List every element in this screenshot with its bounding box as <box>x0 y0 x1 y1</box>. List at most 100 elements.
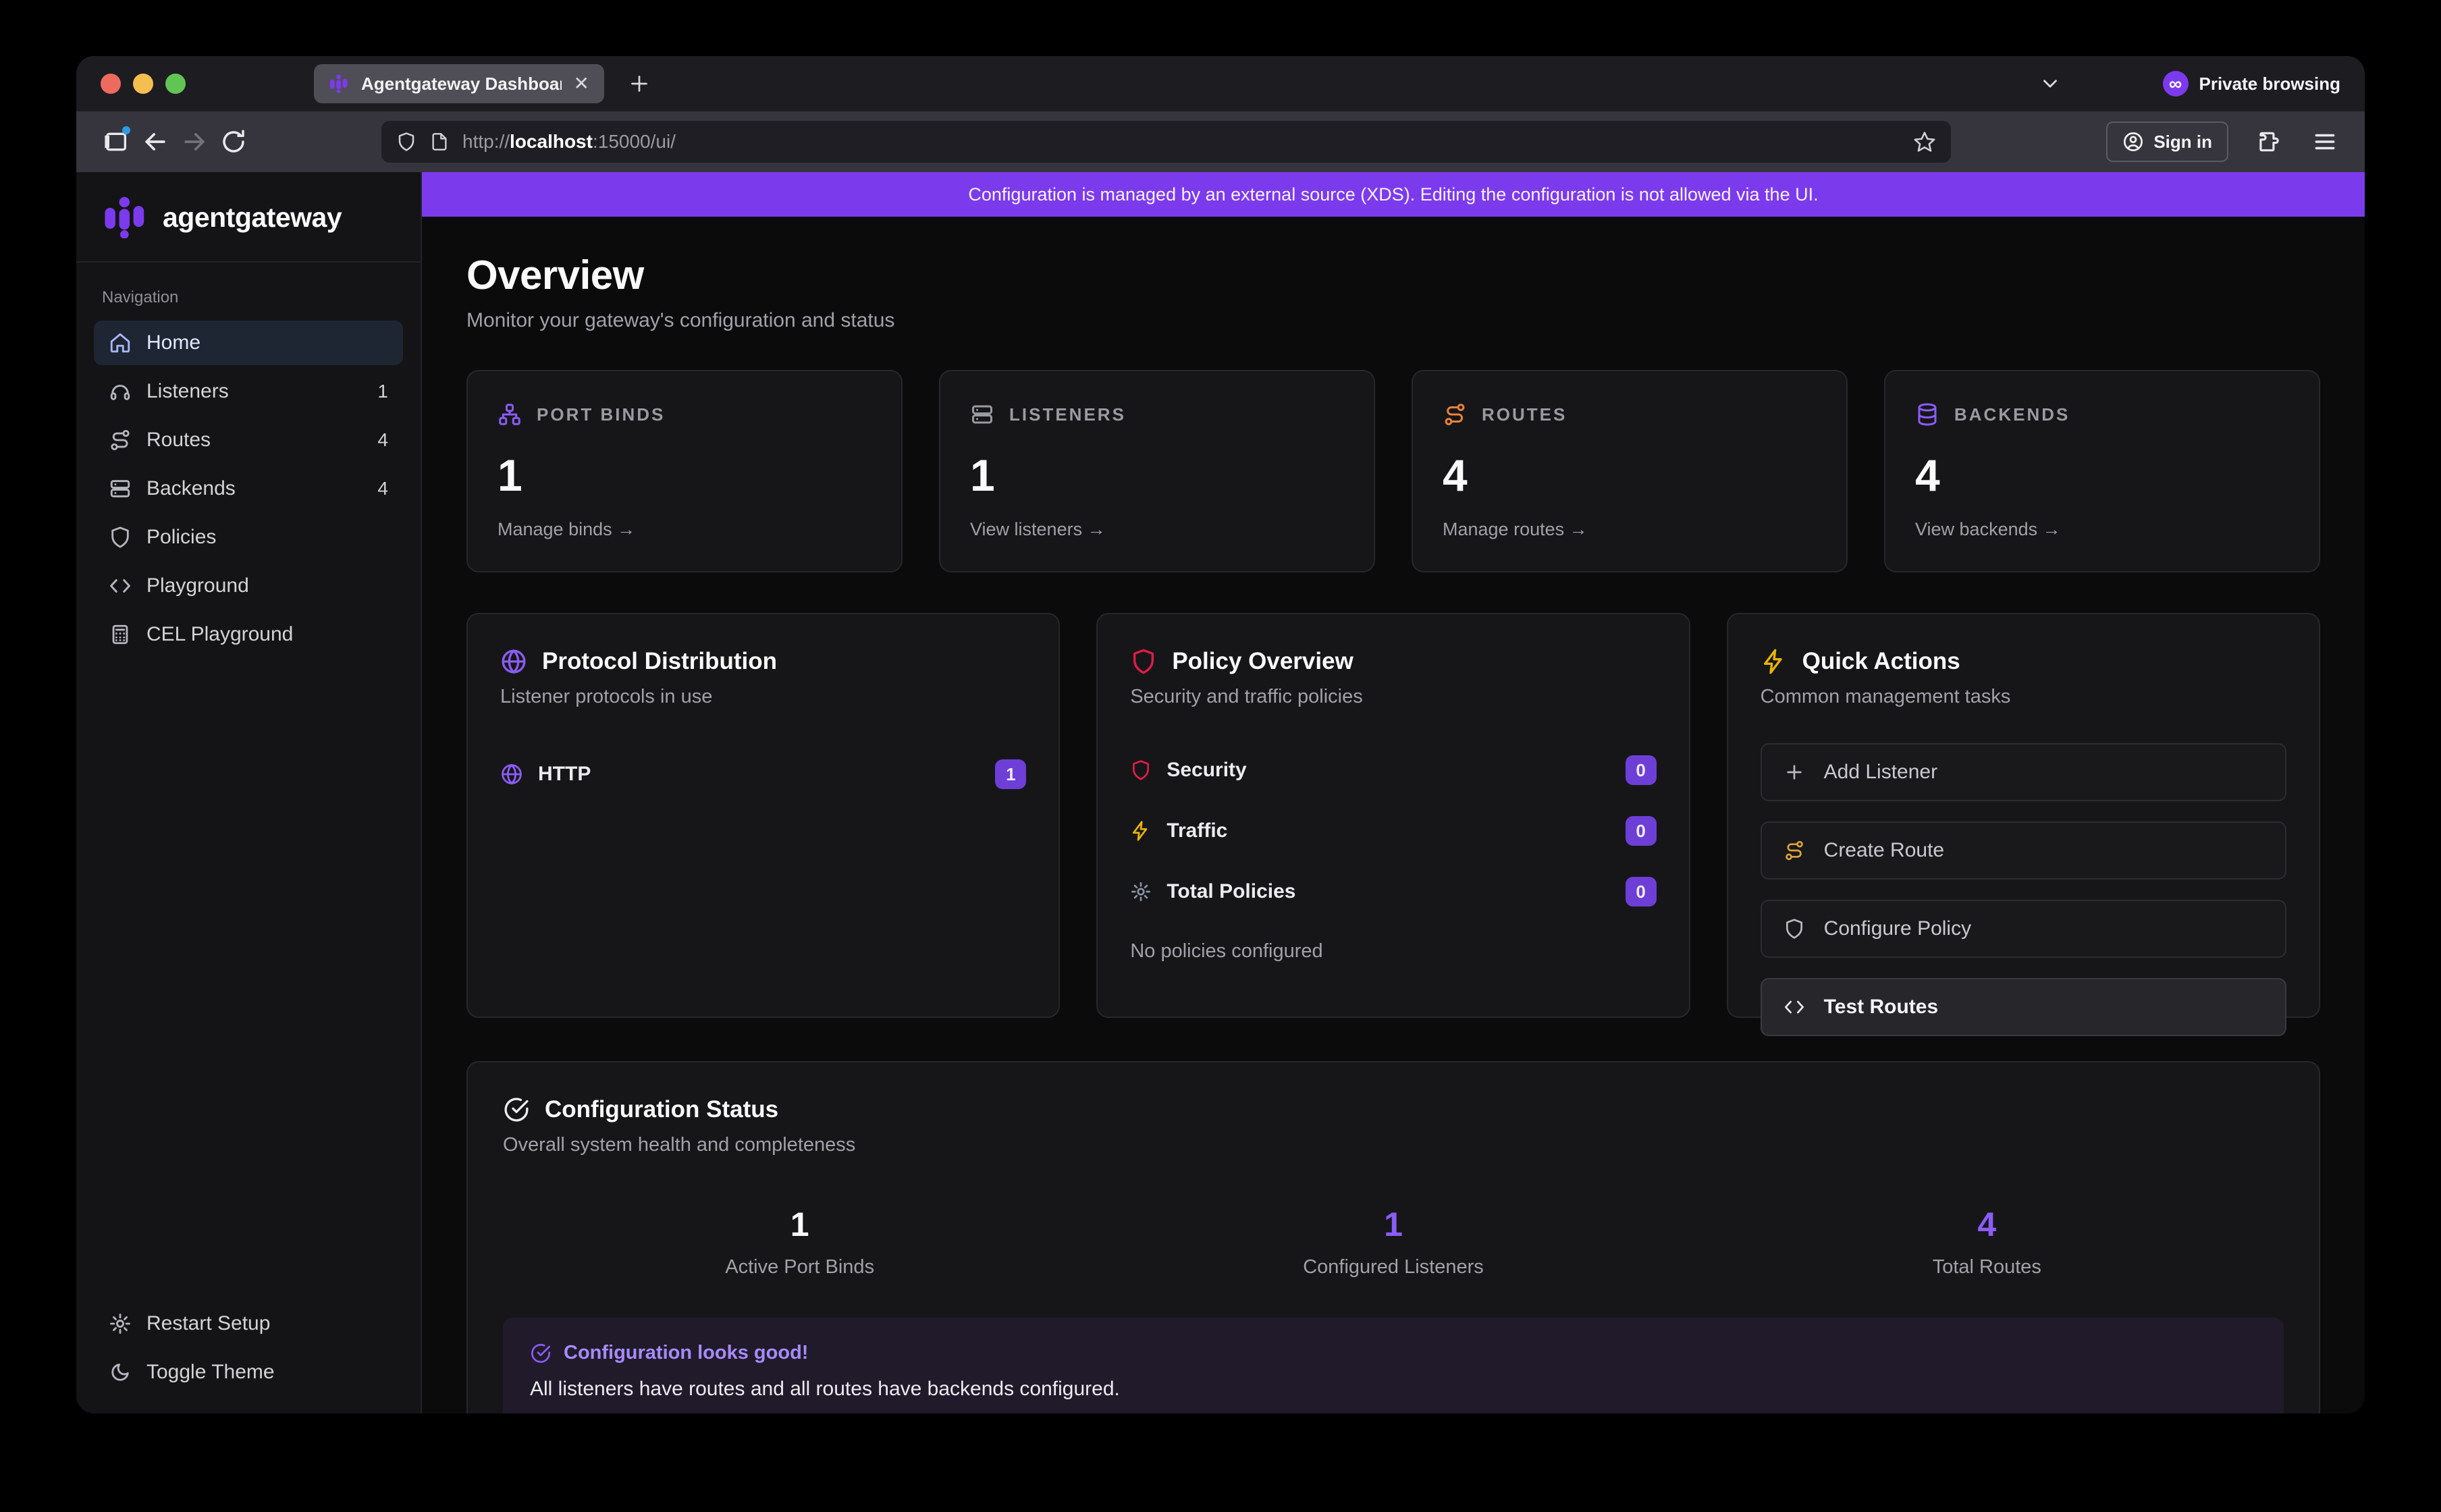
url-text[interactable]: http://localhost:15000/ui/ <box>462 131 676 153</box>
policy-label: Security <box>1166 759 1246 782</box>
gear-icon <box>109 1312 132 1335</box>
xds-warning-text: Configuration is managed by an external … <box>968 184 1818 205</box>
page-title: Overview <box>466 252 2320 298</box>
config-success-banner: Configuration looks good! All listeners … <box>503 1318 2284 1413</box>
plus-icon <box>1783 761 1805 783</box>
protocol-count-badge: 1 <box>995 759 1026 789</box>
menu-hamburger-icon[interactable] <box>2305 122 2344 161</box>
sidebar-item-policies[interactable]: Policies <box>94 515 403 560</box>
view-listeners-link[interactable]: View listeners → <box>970 519 1344 540</box>
create-route-button[interactable]: Create Route <box>1761 821 2286 880</box>
page-subtitle: Monitor your gateway's configuration and… <box>466 309 2320 332</box>
status-stats: 1 Active Port Binds 1 Configured Listene… <box>503 1205 2284 1278</box>
url-bar[interactable]: http://localhost:15000/ui/ <box>381 121 1951 163</box>
action-label: Add Listener <box>1824 761 1937 784</box>
close-window-button[interactable] <box>101 74 121 94</box>
card-subtitle: Listener protocols in use <box>500 686 1026 708</box>
configure-policy-button[interactable]: Configure Policy <box>1761 900 2286 958</box>
agentgateway-logo-icon <box>102 196 148 238</box>
xds-warning-banner: Configuration is managed by an external … <box>422 172 2365 217</box>
private-browsing-mask-icon: ∞ <box>2163 71 2189 97</box>
tab-close-icon[interactable]: ✕ <box>574 74 589 93</box>
moon-icon <box>109 1361 132 1384</box>
sidebar-notification-dot <box>122 126 130 134</box>
main-content: Overview Monitor your gateway's configur… <box>422 217 2365 1413</box>
check-circle-icon <box>503 1096 530 1123</box>
sidebar-item-listeners[interactable]: Listeners 1 <box>94 369 403 414</box>
new-tab-button[interactable] <box>627 72 651 96</box>
private-browsing-badge: ∞ Private browsing <box>2163 71 2341 97</box>
action-label: Configure Policy <box>1824 917 1971 940</box>
action-label: Test Routes <box>1824 996 1938 1019</box>
sidebar-toggle-button[interactable] <box>97 122 136 161</box>
protocol-label: HTTP <box>538 763 591 786</box>
sidebar-item-backends[interactable]: Backends 4 <box>94 466 403 511</box>
forward-button[interactable] <box>175 122 214 161</box>
gear-icon <box>1130 881 1152 902</box>
shield-permissions-icon[interactable] <box>396 132 417 152</box>
zoom-window-button[interactable] <box>165 74 186 94</box>
shield-icon <box>1130 648 1157 675</box>
sidebar-item-label: Routes <box>146 429 211 452</box>
status-stat-label: Active Port Binds <box>503 1256 1096 1278</box>
toggle-theme-button[interactable]: Toggle Theme <box>94 1350 403 1395</box>
status-stat-port-binds: 1 Active Port Binds <box>503 1205 1096 1278</box>
shield-icon <box>1783 918 1805 940</box>
policy-row-traffic: Traffic 0 <box>1130 816 1656 846</box>
sidebar-item-count: 1 <box>377 381 388 402</box>
sidebar-item-routes[interactable]: Routes 4 <box>94 418 403 462</box>
restart-setup-label: Restart Setup <box>146 1312 270 1335</box>
globe-icon <box>500 648 527 675</box>
sidebar-item-home[interactable]: Home <box>94 321 403 365</box>
status-stat-value: 1 <box>1096 1205 1690 1244</box>
card-title: Policy Overview <box>1172 648 1353 675</box>
manage-routes-link[interactable]: Manage routes → <box>1443 519 1817 540</box>
stat-label: BACKENDS <box>1954 404 2070 425</box>
policy-label: Total Policies <box>1166 880 1295 903</box>
lightning-icon <box>1130 820 1152 842</box>
policy-count-badge: 0 <box>1626 816 1657 846</box>
sidebar-item-label: Backends <box>146 477 236 500</box>
card-subtitle: Common management tasks <box>1761 686 2286 708</box>
policy-overview-card: Policy Overview Security and traffic pol… <box>1096 613 1690 1018</box>
shield-icon <box>109 526 132 549</box>
sign-in-label: Sign in <box>2153 132 2212 153</box>
minimize-window-button[interactable] <box>133 74 153 94</box>
policy-label: Traffic <box>1166 819 1227 842</box>
stat-value: 4 <box>1915 450 2289 501</box>
status-stat-routes: 4 Total Routes <box>1690 1205 2284 1278</box>
card-subtitle: Security and traffic policies <box>1130 686 1656 708</box>
sign-in-button[interactable]: Sign in <box>2106 122 2228 162</box>
add-listener-button[interactable]: Add Listener <box>1761 743 2286 801</box>
card-subtitle: Overall system health and completeness <box>503 1134 2284 1156</box>
manage-binds-link[interactable]: Manage binds → <box>498 519 871 540</box>
reload-button[interactable] <box>214 122 253 161</box>
restart-setup-button[interactable]: Restart Setup <box>94 1301 403 1346</box>
route-icon <box>109 429 132 452</box>
sidebar-item-cel-playground[interactable]: CEL Playground <box>94 612 403 657</box>
policy-empty-text: No policies configured <box>1130 940 1656 963</box>
action-label: Create Route <box>1824 839 1944 862</box>
page-info-icon[interactable] <box>430 132 449 151</box>
card-title: Quick Actions <box>1802 648 1960 675</box>
extensions-icon[interactable] <box>2249 122 2288 161</box>
port-binds-card: PORT BINDS 1 Manage binds → <box>466 370 903 572</box>
brand-name: agentgateway <box>163 202 342 234</box>
policy-row-security: Security 0 <box>1130 755 1656 785</box>
code-icon <box>109 574 132 597</box>
status-stat-value: 4 <box>1690 1205 2284 1244</box>
sidebar-nav: Navigation Home Listeners 1 <box>76 263 421 661</box>
bookmark-star-icon[interactable] <box>1913 130 1936 153</box>
sidebar-item-playground[interactable]: Playground <box>94 564 403 608</box>
shield-icon <box>1130 759 1152 781</box>
test-routes-button[interactable]: Test Routes <box>1761 978 2286 1036</box>
stat-value: 4 <box>1443 450 1817 501</box>
success-body: All listeners have routes and all routes… <box>530 1378 2257 1401</box>
stat-value: 1 <box>970 450 1344 501</box>
tab-overflow-chevron-icon[interactable] <box>2039 72 2062 95</box>
database-icon <box>1915 402 1939 427</box>
stats-grid: PORT BINDS 1 Manage binds → LISTENERS 1 <box>466 370 2320 572</box>
back-button[interactable] <box>136 122 175 161</box>
view-backends-link[interactable]: View backends → <box>1915 519 2289 540</box>
browser-tab[interactable]: Agentgateway Dashboard ✕ <box>314 64 604 103</box>
